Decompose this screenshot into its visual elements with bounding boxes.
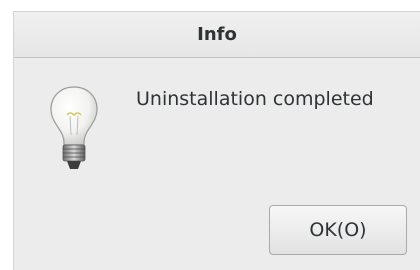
ok-button[interactable]: OK(O): [269, 205, 407, 255]
info-dialog: Info Uninstallation completed OK(O): [13, 11, 420, 270]
dialog-message: Uninstallation completed: [136, 88, 374, 110]
dialog-titlebar: Info: [14, 12, 420, 58]
dialog-title: Info: [197, 24, 237, 45]
lightbulb-icon: [50, 86, 98, 169]
